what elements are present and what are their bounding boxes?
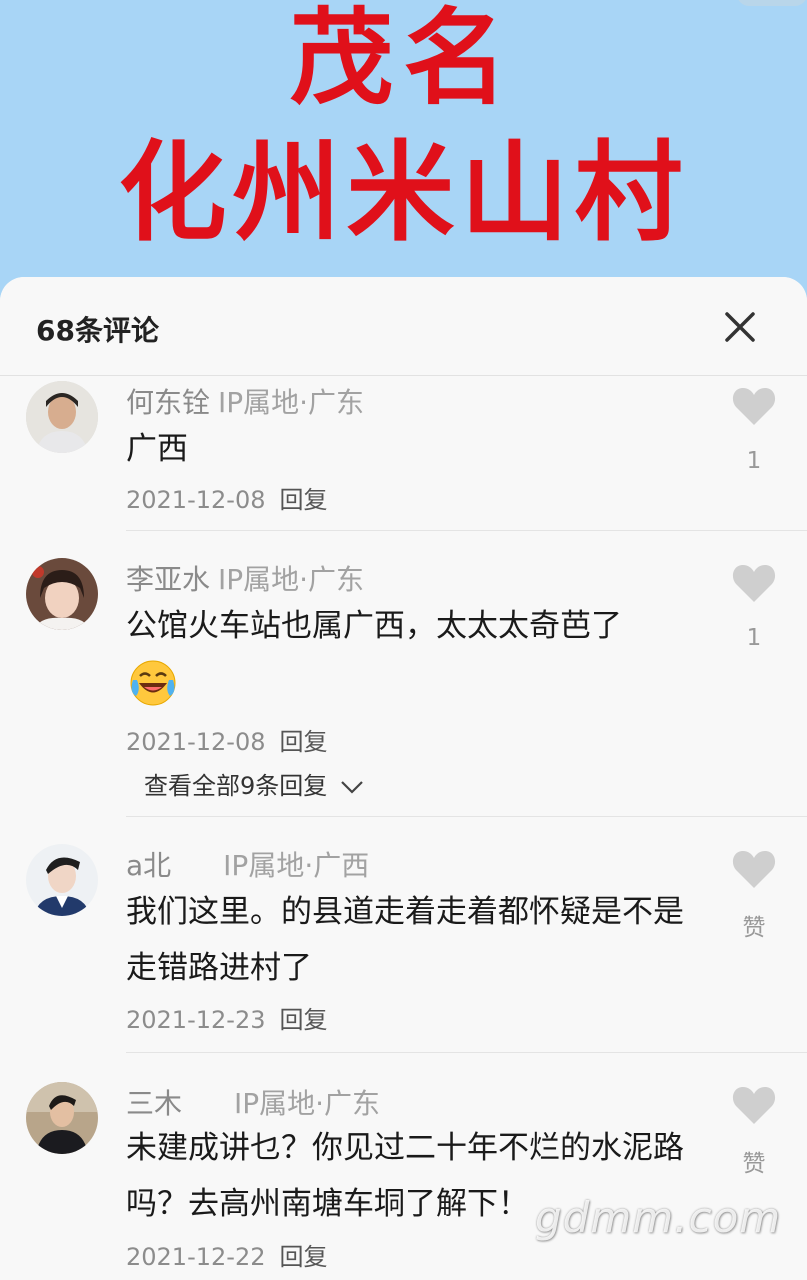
comment-meta: 2021-12-08 回复	[126, 480, 327, 515]
close-icon[interactable]	[718, 305, 762, 349]
watermark-text: gdmm.com	[535, 1193, 782, 1242]
comment-meta: 2021-12-22 回复	[126, 1237, 327, 1272]
username[interactable]: 三木	[126, 1087, 182, 1120]
comment-count: 68条评论	[36, 314, 159, 347]
comment-text: 广西	[126, 431, 188, 467]
comment-item: a北 IP属地·广西 我们这里。的县道走着走着都怀疑是不是走错路进村了 2021-…	[0, 840, 807, 1050]
comment-meta: 2021-12-23 回复	[126, 1000, 327, 1035]
like-count: 1	[746, 625, 762, 651]
view-replies-label: 查看全部9条回复	[144, 772, 328, 800]
heart-icon[interactable]	[731, 1084, 777, 1126]
like-count: 赞	[742, 1151, 766, 1177]
comment-item: 何东铨 IP属地·广东 广西 2021-12-08 回复 1	[0, 377, 807, 532]
avatar[interactable]	[26, 844, 98, 916]
comment-header: 何东铨 IP属地·广东	[126, 381, 364, 421]
comment-date: 2021-12-08	[126, 728, 266, 756]
like-count: 赞	[742, 915, 766, 941]
comment-header: 三木 IP属地·广东	[126, 1082, 380, 1122]
username[interactable]: a北	[126, 849, 171, 882]
comment-text: 公馆火车站也属广西，太太太奇芭了	[126, 608, 622, 644]
divider	[126, 816, 807, 817]
reply-button[interactable]: 回复	[279, 728, 327, 756]
hero-title-line2: 化州米山村	[118, 131, 689, 256]
comment-header: a北 IP属地·广西	[126, 844, 369, 884]
chevron-down-icon	[341, 781, 364, 794]
avatar[interactable]	[26, 558, 98, 630]
comment-date: 2021-12-22	[126, 1243, 266, 1271]
like-count: 1	[746, 448, 762, 474]
reply-button[interactable]: 回复	[279, 1243, 327, 1271]
ip-location: IP属地·广东	[234, 1087, 381, 1120]
ip-location: IP属地·广西	[223, 849, 370, 882]
view-all-replies[interactable]: 查看全部9条回复	[144, 766, 365, 801]
username[interactable]: 李亚水	[126, 563, 210, 596]
hero-title-line1: 茂名	[289, 0, 518, 119]
heart-icon[interactable]	[731, 848, 777, 890]
laughing-tears-emoji	[130, 660, 176, 706]
comments-header: 68条评论	[0, 277, 807, 376]
ip-location: IP属地·广东	[218, 386, 365, 419]
ip-location: IP属地·广东	[218, 563, 365, 596]
comment-header: 李亚水 IP属地·广东	[126, 558, 364, 598]
reply-button[interactable]: 回复	[279, 1006, 327, 1034]
comment-text: 我们这里。的县道走着走着都怀疑是不是走错路进村了	[126, 894, 684, 986]
avatar[interactable]	[26, 381, 98, 453]
username[interactable]: 何东铨	[126, 386, 210, 419]
divider	[126, 1052, 807, 1053]
comment-item: 三木 IP属地·广东 未建成讲乜？你见过二十年不烂的水泥路吗？去高州南塘车垌了解下…	[0, 1078, 807, 1280]
reply-button[interactable]: 回复	[279, 486, 327, 514]
avatar[interactable]	[26, 1082, 98, 1154]
comment-meta: 2021-12-08 回复	[126, 722, 327, 757]
comment-date: 2021-12-23	[126, 1006, 266, 1034]
hero-banner: 茂名 化州米山村	[0, 0, 807, 310]
comments-sheet: 68条评论 何东铨 IP属地·广东 广西 2021-12-08 回复 1 李亚水…	[0, 277, 807, 1280]
divider	[126, 530, 807, 531]
heart-icon[interactable]	[731, 562, 777, 604]
heart-icon[interactable]	[731, 385, 777, 427]
comment-date: 2021-12-08	[126, 486, 266, 514]
comment-item: 李亚水 IP属地·广东 公馆火车站也属广西，太太太奇芭了 2021-12-08 回复…	[0, 554, 807, 819]
